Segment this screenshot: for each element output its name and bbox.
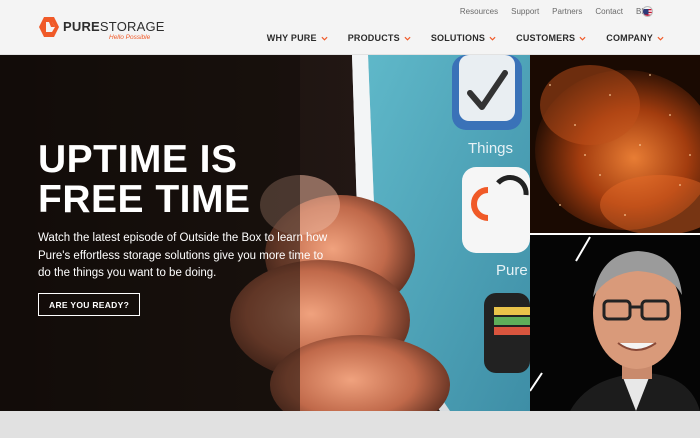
nav-products-label: PRODUCTS — [347, 33, 400, 43]
nav-company[interactable]: COMPANY — [606, 33, 664, 43]
utility-link-resources[interactable]: Resources — [460, 7, 498, 16]
pure-storage-logo-icon — [39, 17, 59, 37]
hero-banner: Things Pure UPTIME IS FREE TIME Watch th… — [0, 55, 700, 411]
pure-storage-logo[interactable]: PURESTORAGE Hello Possible — [38, 16, 164, 44]
brand-wordmark: PURESTORAGE — [63, 19, 165, 34]
utility-link-contact[interactable]: Contact — [595, 7, 623, 16]
site-header: PURESTORAGE Hello Possible Resources Sup… — [0, 0, 700, 55]
hero-copy: UPTIME IS FREE TIME Watch the latest epi… — [38, 140, 368, 283]
nav-solutions-label: SOLUTIONS — [430, 33, 486, 43]
main-nav: WHY PURE PRODUCTS SOLUTIONS CUSTOMERS CO… — [267, 33, 664, 43]
us-flag-icon[interactable] — [642, 6, 653, 17]
portrait-image — [530, 233, 700, 411]
utility-nav: Resources Support Partners Contact Blog — [460, 7, 652, 16]
chevron-down-icon — [321, 36, 328, 41]
chevron-down-icon — [404, 36, 411, 41]
nav-solutions[interactable]: SOLUTIONS — [431, 33, 496, 43]
chevron-down-icon — [489, 36, 496, 41]
particles-image — [530, 55, 700, 233]
nav-company-label: COMPANY — [606, 33, 653, 43]
nav-customers-label: CUSTOMERS — [516, 33, 576, 43]
man-portrait-graphic — [530, 235, 700, 411]
nav-customers[interactable]: CUSTOMERS — [516, 33, 586, 43]
chevron-down-icon — [657, 36, 664, 41]
app-label-pure: Pure — [496, 262, 528, 279]
nav-why-pure[interactable]: WHY PURE — [267, 33, 328, 43]
nav-why-pure-label: WHY PURE — [266, 33, 317, 43]
brand-tagline: Hello Possible — [109, 34, 151, 41]
chevron-down-icon — [579, 36, 586, 41]
hero-title: UPTIME IS FREE TIME — [38, 138, 251, 221]
orange-particles-graphic — [530, 55, 700, 233]
utility-link-partners[interactable]: Partners — [552, 7, 582, 16]
nav-products[interactable]: PRODUCTS — [348, 33, 411, 43]
utility-link-support[interactable]: Support — [511, 7, 539, 16]
hero-subtitle: Watch the latest episode of Outside the … — [38, 232, 328, 279]
below-fold-section — [0, 411, 700, 438]
are-you-ready-button[interactable]: ARE YOU READY? — [38, 293, 141, 316]
app-label-things: Things — [468, 140, 513, 157]
